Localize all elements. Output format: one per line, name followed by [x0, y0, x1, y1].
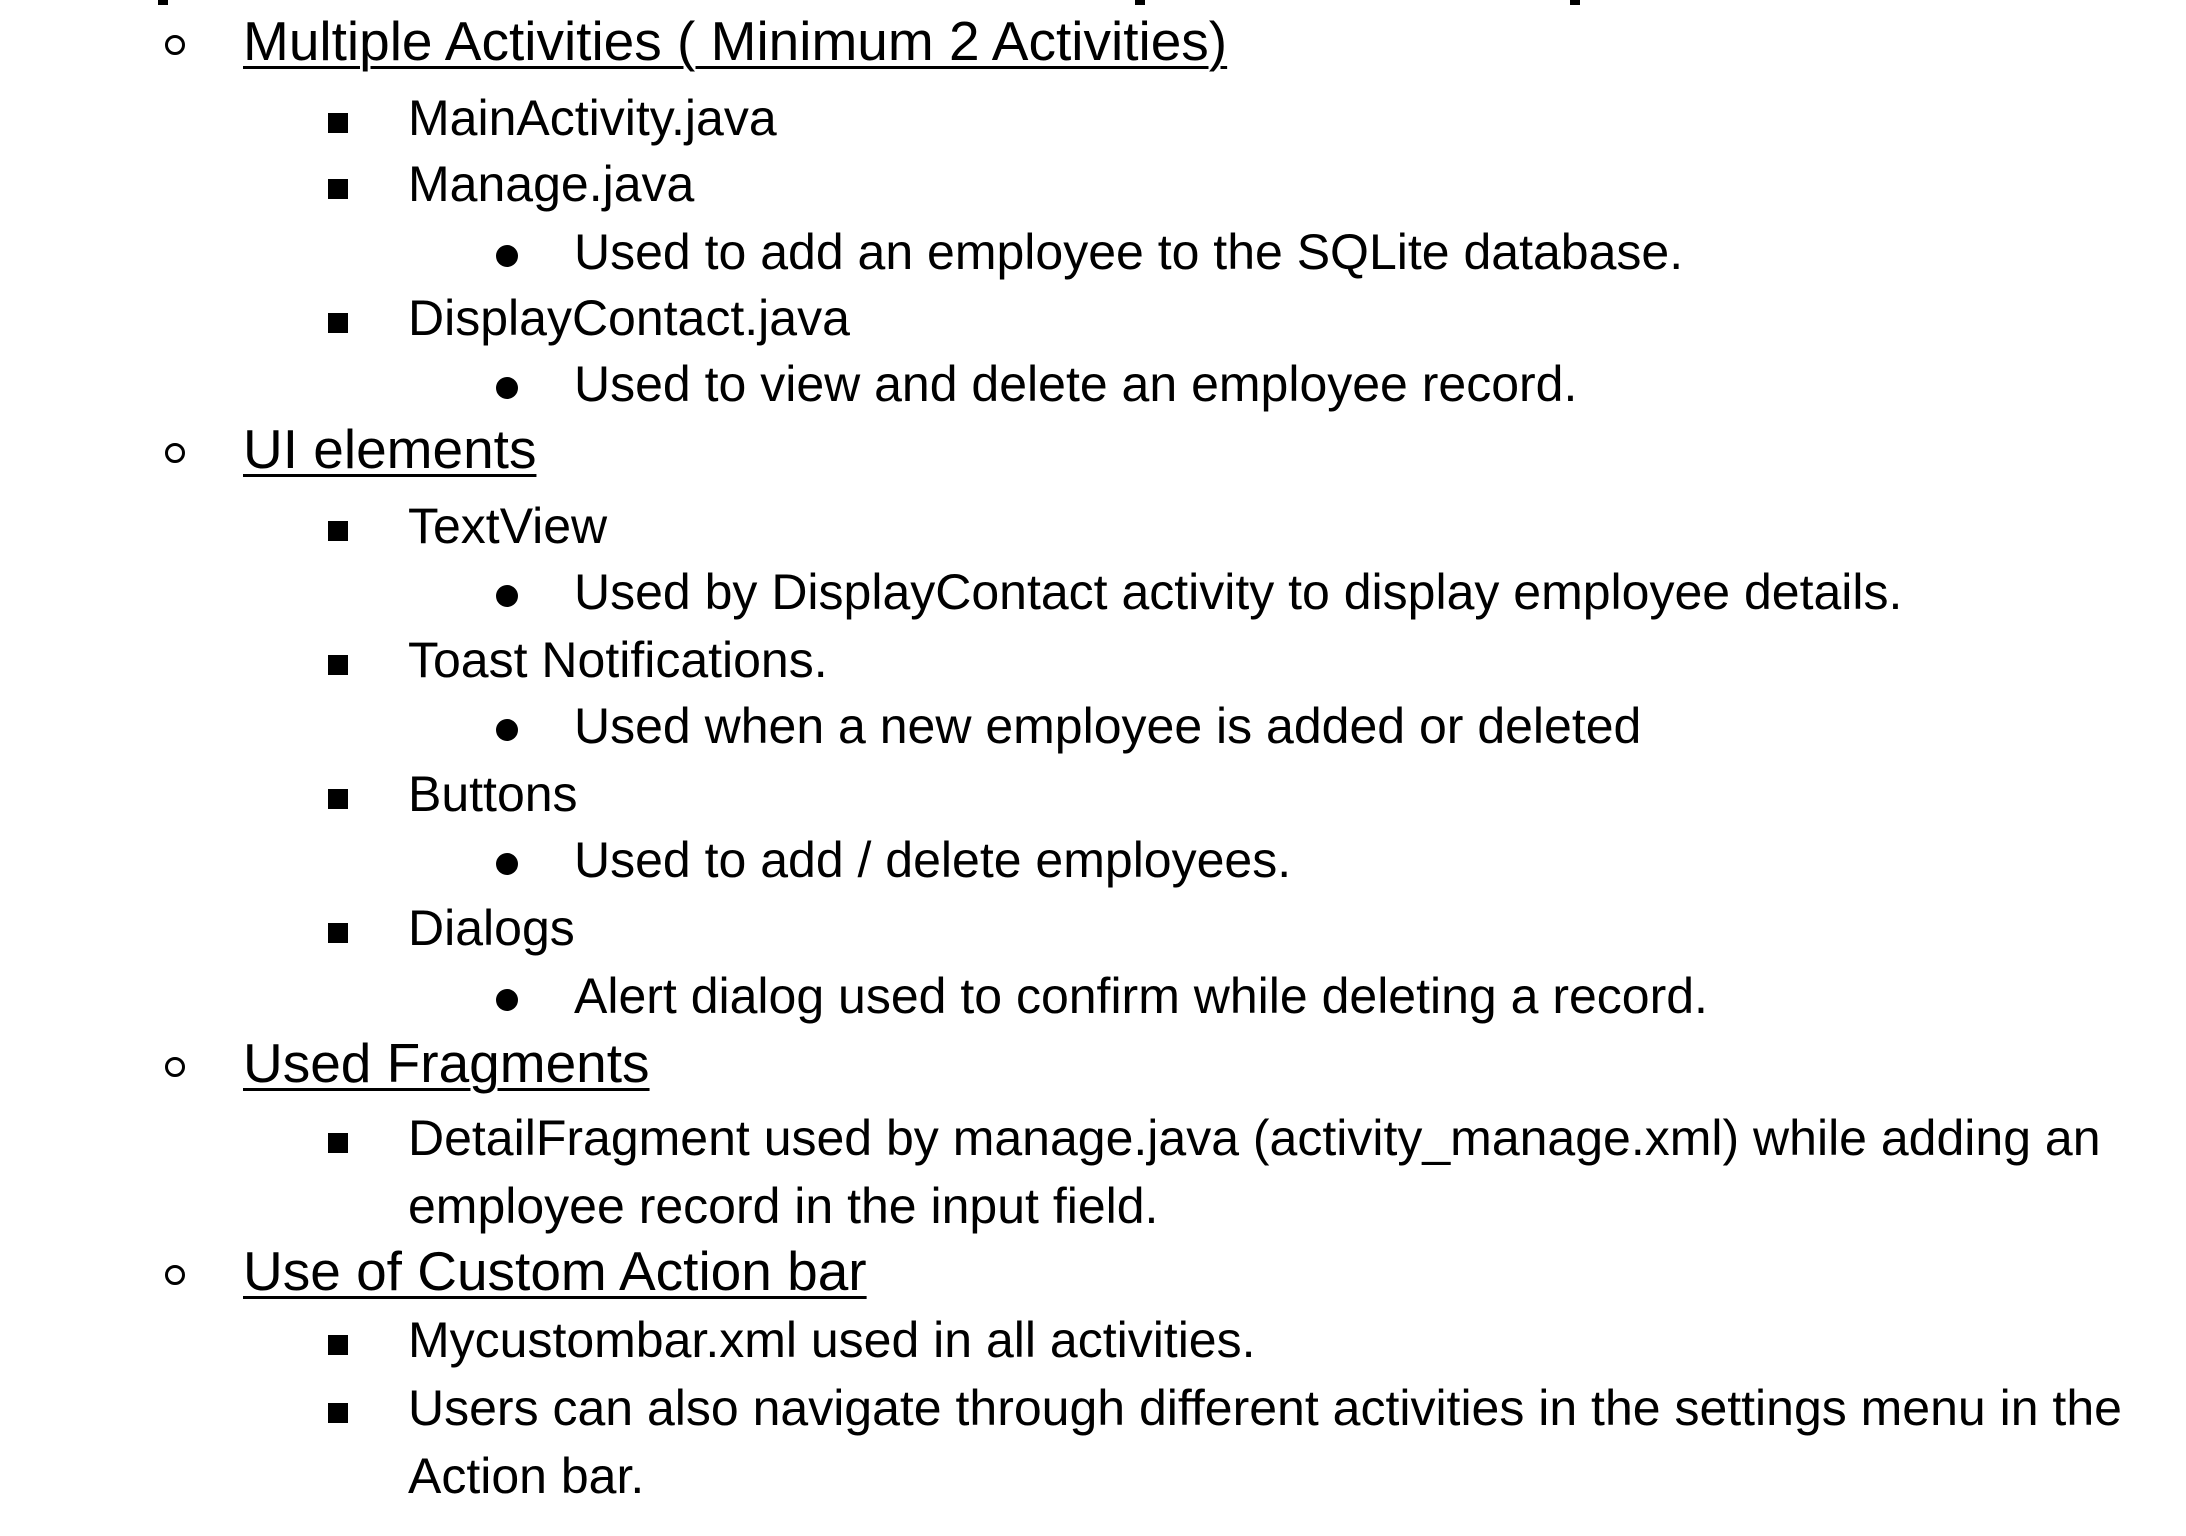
- dot-bullet: [496, 585, 518, 607]
- square-bullet: [328, 923, 348, 943]
- circle-bullet: [165, 1057, 185, 1077]
- section-used-fragments: Used Fragments: [0, 1030, 2186, 1096]
- top-mark: [1135, 0, 1145, 5]
- section-heading: Use of Custom Action bar: [243, 1240, 867, 1302]
- list-item-buttons: Buttons: [0, 760, 2186, 828]
- list-item-manage-detail: Used to add an employee to the SQLite da…: [0, 218, 2186, 286]
- list-item-label: Mycustombar.xml used in all activities.: [408, 1312, 1256, 1368]
- dot-bullet: [496, 853, 518, 875]
- list-item-dialogs: Dialogs: [0, 894, 2186, 962]
- square-bullet: [328, 655, 348, 675]
- list-item-buttons-detail: Used to add / delete employees.: [0, 826, 2186, 894]
- section-heading: Used Fragments: [243, 1032, 650, 1094]
- list-item-detail: Used to add an employee to the SQLite da…: [574, 224, 1684, 280]
- list-item-toast: Toast Notifications.: [0, 626, 2186, 694]
- list-item-detail: Used to add / delete employees.: [574, 832, 1292, 888]
- list-item-manage: Manage.java: [0, 150, 2186, 218]
- list-item-detail: Used when a new employee is added or del…: [574, 698, 1642, 754]
- list-item-dialogs-detail: Alert dialog used to confirm while delet…: [0, 962, 2186, 1030]
- square-bullet: [328, 313, 348, 333]
- document-page: Multiple Activities ( Minimum 2 Activiti…: [0, 0, 2186, 1536]
- dot-bullet: [496, 719, 518, 741]
- list-item-label: Toast Notifications.: [408, 632, 828, 688]
- list-item-textview: TextView: [0, 492, 2186, 560]
- square-bullet: [328, 1133, 348, 1153]
- top-edge-marks: [0, 0, 2186, 6]
- list-item-label: MainActivity.java: [408, 90, 777, 146]
- square-bullet: [328, 179, 348, 199]
- list-item-label: DetailFragment used by manage.java (acti…: [408, 1110, 2101, 1234]
- list-item-toast-detail: Used when a new employee is added or del…: [0, 692, 2186, 760]
- top-mark: [158, 0, 168, 5]
- list-item-label: DisplayContact.java: [408, 290, 850, 346]
- dot-bullet: [496, 377, 518, 399]
- list-item-label: Dialogs: [408, 900, 575, 956]
- square-bullet: [328, 1403, 348, 1423]
- square-bullet: [328, 113, 348, 133]
- top-mark: [1570, 0, 1580, 5]
- list-item-detail: Alert dialog used to confirm while delet…: [574, 968, 1708, 1024]
- list-item-navigation: Users can also navigate through differen…: [0, 1374, 2186, 1510]
- circle-bullet: [165, 35, 185, 55]
- list-item-detail: Used by DisplayContact activity to displ…: [574, 564, 1903, 620]
- list-item-label: TextView: [408, 498, 608, 554]
- list-item-label: Buttons: [408, 766, 578, 822]
- section-heading: UI elements: [243, 418, 537, 480]
- square-bullet: [328, 521, 348, 541]
- section-custom-action-bar: Use of Custom Action bar: [0, 1238, 2186, 1304]
- circle-bullet: [165, 1265, 185, 1285]
- list-item-mycustombar: Mycustombar.xml used in all activities.: [0, 1306, 2186, 1374]
- list-item-label: Users can also navigate through differen…: [408, 1380, 2122, 1504]
- list-item-detail: Used to view and delete an employee reco…: [574, 356, 1578, 412]
- list-item-textview-detail: Used by DisplayContact activity to displ…: [0, 558, 2186, 626]
- dot-bullet: [496, 245, 518, 267]
- circle-bullet: [165, 443, 185, 463]
- list-item-label: Manage.java: [408, 156, 695, 212]
- dot-bullet: [496, 989, 518, 1011]
- square-bullet: [328, 1335, 348, 1355]
- section-multiple-activities: Multiple Activities ( Minimum 2 Activiti…: [0, 8, 2186, 74]
- square-bullet: [328, 789, 348, 809]
- list-item-displaycontact: DisplayContact.java: [0, 284, 2186, 352]
- list-item-displaycontact-detail: Used to view and delete an employee reco…: [0, 350, 2186, 418]
- list-item-mainactivity: MainActivity.java: [0, 84, 2186, 152]
- list-item-detailfragment: DetailFragment used by manage.java (acti…: [0, 1104, 2186, 1240]
- section-ui-elements: UI elements: [0, 416, 2186, 482]
- section-heading: Multiple Activities ( Minimum 2 Activiti…: [243, 10, 1228, 72]
